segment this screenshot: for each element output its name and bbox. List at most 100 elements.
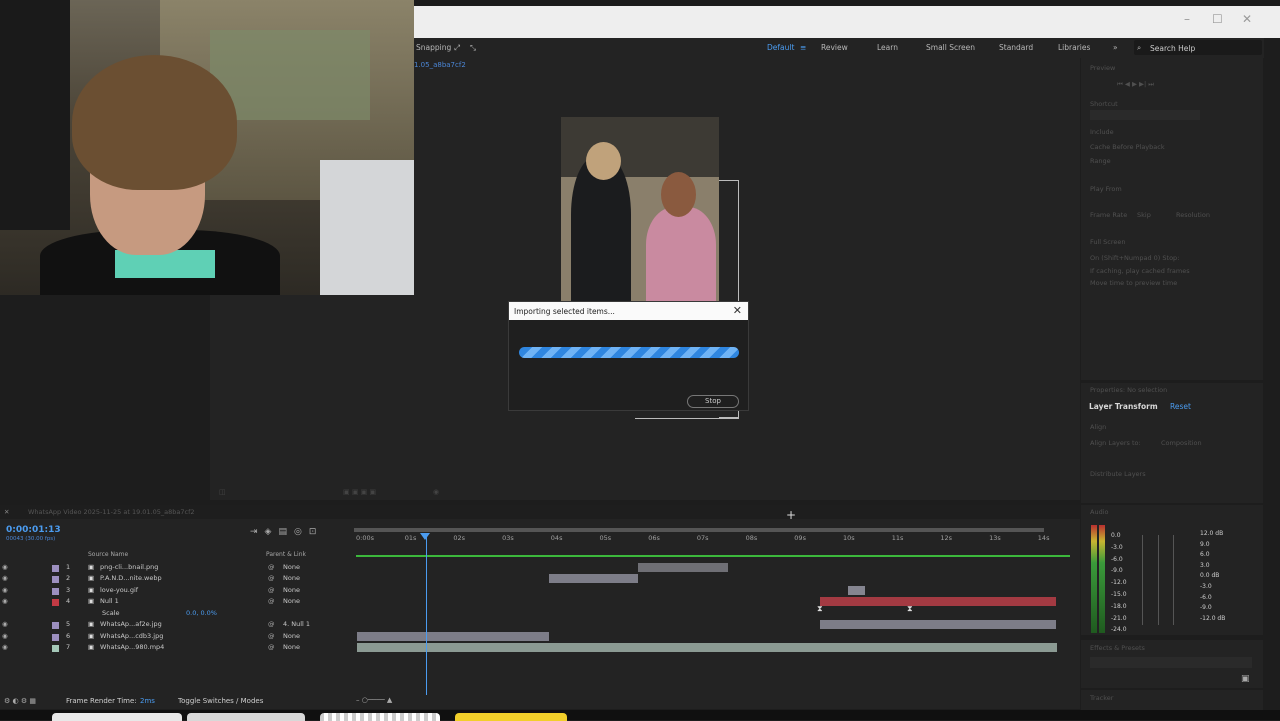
timeline-tab[interactable]: WhatsApp Video 2025-11-25 at 19.01.05_a8… [28, 508, 195, 516]
cache-before-playback[interactable]: Cache Before Playback [1090, 143, 1165, 151]
layer-bar[interactable] [638, 563, 728, 572]
layer-name[interactable]: P.A.N.D...nite.webp [100, 574, 162, 582]
layer-name[interactable]: png-cli...bnail.png [100, 563, 158, 571]
workspace-default[interactable]: Default [767, 43, 794, 52]
layer-row[interactable]: ◉ 7 ▣ WhatsAp...980.mp4 None @ [0, 643, 352, 654]
layer-bar[interactable] [820, 620, 1056, 629]
layer-bar[interactable] [848, 586, 865, 595]
effects-search-input[interactable] [1090, 657, 1252, 668]
property-row[interactable]: Scale 0.0, 0.0% [0, 609, 352, 620]
maximize-icon[interactable]: ☐ [1212, 12, 1223, 26]
audio-slider-master[interactable] [1173, 535, 1174, 625]
pick-whip-icon[interactable]: @ [268, 620, 275, 628]
new-folder-icon[interactable]: ▣ [1241, 674, 1250, 684]
timeline-tool-icons[interactable]: ⇥◈▤◎⊡ [250, 527, 323, 537]
composition-tab[interactable]: 1.05_a8ba7cf2 [414, 61, 466, 69]
current-timecode[interactable]: 0:00:01:13 [6, 525, 61, 535]
layer-color-swatch[interactable] [52, 622, 59, 629]
snapping-label[interactable]: Snapping [416, 43, 451, 52]
visibility-eye-icon[interactable]: ◉ [2, 643, 8, 651]
visibility-eye-icon[interactable]: ◉ [2, 563, 8, 571]
workspace-learn[interactable]: Learn [877, 43, 898, 52]
pick-whip-icon[interactable]: @ [268, 632, 275, 640]
timeline-close-icon[interactable]: ✕ [4, 508, 9, 516]
workspace-review[interactable]: Review [821, 43, 848, 52]
layer-row[interactable]: ◉ 5 ▣ WhatsAp...af2e.jpg 4. Null 1 @ [0, 620, 352, 631]
visibility-eye-icon[interactable]: ◉ [2, 574, 8, 582]
align-to-select[interactable]: Composition [1161, 439, 1202, 447]
keyframe-icon[interactable]: ⧗ [907, 604, 913, 614]
pick-whip-icon[interactable]: @ [268, 586, 275, 594]
playback-controls[interactable]: ⏮ ◀ ▶ ▶| ⏭ [1117, 80, 1154, 89]
shortcut-select[interactable] [1090, 110, 1200, 120]
visibility-eye-icon[interactable]: ◉ [2, 620, 8, 628]
status-icons[interactable]: ⚙ ◐ ⚙ ▦ [4, 697, 36, 705]
more-workspaces-icon[interactable]: » [1113, 43, 1118, 52]
layer-row[interactable]: ◉ 3 ▣ love-you.gif None @ [0, 586, 352, 597]
audio-slider-right[interactable] [1158, 535, 1159, 625]
layer-name[interactable]: WhatsAp...cdb3.jpg [100, 632, 163, 640]
close-icon[interactable]: ✕ [1242, 12, 1252, 26]
parent-select[interactable]: None [283, 643, 300, 651]
layer-name[interactable]: WhatsAp...980.mp4 [100, 643, 164, 651]
audio-slider-left[interactable] [1142, 535, 1143, 625]
playhead-handle-icon[interactable] [420, 533, 430, 540]
stop-button[interactable]: Stop [687, 395, 739, 408]
parent-select[interactable]: None [283, 574, 300, 582]
search-help-field[interactable]: ⌕ Search Help [1134, 40, 1262, 55]
scale-value[interactable]: 0.0, 0.0% [186, 609, 217, 617]
layer-color-swatch[interactable] [52, 565, 59, 572]
layer-bar[interactable] [549, 574, 638, 583]
parent-select[interactable]: 4. Null 1 [283, 620, 310, 628]
layer-color-swatch[interactable] [52, 634, 59, 641]
playhead[interactable] [426, 535, 427, 695]
toggle-switches-modes[interactable]: Toggle Switches / Modes [178, 697, 263, 705]
visibility-eye-icon[interactable]: ◉ [2, 597, 8, 605]
pick-whip-icon[interactable]: @ [268, 597, 275, 605]
reset-link[interactable]: Reset [1170, 402, 1191, 411]
move-time-checkbox[interactable]: Move time to preview time [1090, 279, 1177, 287]
keyframe-icon[interactable]: ⧗ [817, 604, 823, 614]
layer-name[interactable]: Null 1 [100, 597, 119, 605]
layer-name[interactable]: Scale [102, 609, 120, 617]
pick-whip-icon[interactable]: @ [268, 563, 275, 571]
snap-icon[interactable]: ⤢ [454, 43, 460, 53]
layer-row[interactable]: ◉ 4 ▣ Null 1 None @ [0, 597, 352, 608]
parent-select[interactable]: None [283, 597, 300, 605]
audio-meter-right [1099, 525, 1105, 633]
work-area-bar[interactable] [354, 528, 1044, 532]
workspace-standard[interactable]: Standard [999, 43, 1033, 52]
layer-color-swatch[interactable] [52, 599, 59, 606]
play-cached-checkbox[interactable]: If caching, play cached frames [1090, 267, 1190, 275]
layer-name[interactable]: love-you.gif [100, 586, 138, 594]
layer-bar[interactable] [357, 643, 1057, 652]
layer-bar[interactable] [820, 597, 1056, 606]
layer-row[interactable]: ◉ 6 ▣ WhatsAp...cdb3.jpg None @ [0, 632, 352, 643]
expand-icon[interactable]: ⤡ [470, 43, 476, 53]
skip-label: Skip [1137, 211, 1151, 219]
parent-link-header[interactable]: Parent & Link [266, 551, 306, 558]
layer-row[interactable]: ◉ 1 ▣ png-cli...bnail.png None @ [0, 563, 352, 574]
time-ruler[interactable]: 0:00s 01s 02s 03s 04s 05s 06s 07s 08s 09s 10s 11s 12… [354, 528, 1064, 548]
workspace-libraries[interactable]: Libraries [1058, 43, 1090, 52]
source-name-header[interactable]: Source Name [88, 551, 128, 558]
parent-select[interactable]: None [283, 586, 300, 594]
layer-bar[interactable] [357, 632, 549, 641]
parent-select[interactable]: None [283, 563, 300, 571]
layer-color-swatch[interactable] [52, 645, 59, 652]
pick-whip-icon[interactable]: @ [268, 574, 275, 582]
layer-color-swatch[interactable] [52, 576, 59, 583]
dialog-close-icon[interactable]: ✕ [733, 304, 742, 317]
zoom-slider[interactable]: – ○──── ▲ [356, 696, 392, 704]
layer-color-swatch[interactable] [52, 588, 59, 595]
layer-name[interactable]: WhatsAp...af2e.jpg [100, 620, 162, 628]
minimize-icon[interactable]: – [1184, 12, 1190, 26]
pick-whip-icon[interactable]: @ [268, 643, 275, 651]
layer-row[interactable]: ◉ 2 ▣ P.A.N.D...nite.webp None @ [0, 574, 352, 585]
full-screen-checkbox[interactable]: Full Screen [1090, 238, 1126, 246]
parent-select[interactable]: None [283, 632, 300, 640]
visibility-eye-icon[interactable]: ◉ [2, 632, 8, 640]
workspace-small-screen[interactable]: Small Screen [926, 43, 975, 52]
workspace-menu-icon[interactable]: ≡ [800, 43, 806, 52]
visibility-eye-icon[interactable]: ◉ [2, 586, 8, 594]
